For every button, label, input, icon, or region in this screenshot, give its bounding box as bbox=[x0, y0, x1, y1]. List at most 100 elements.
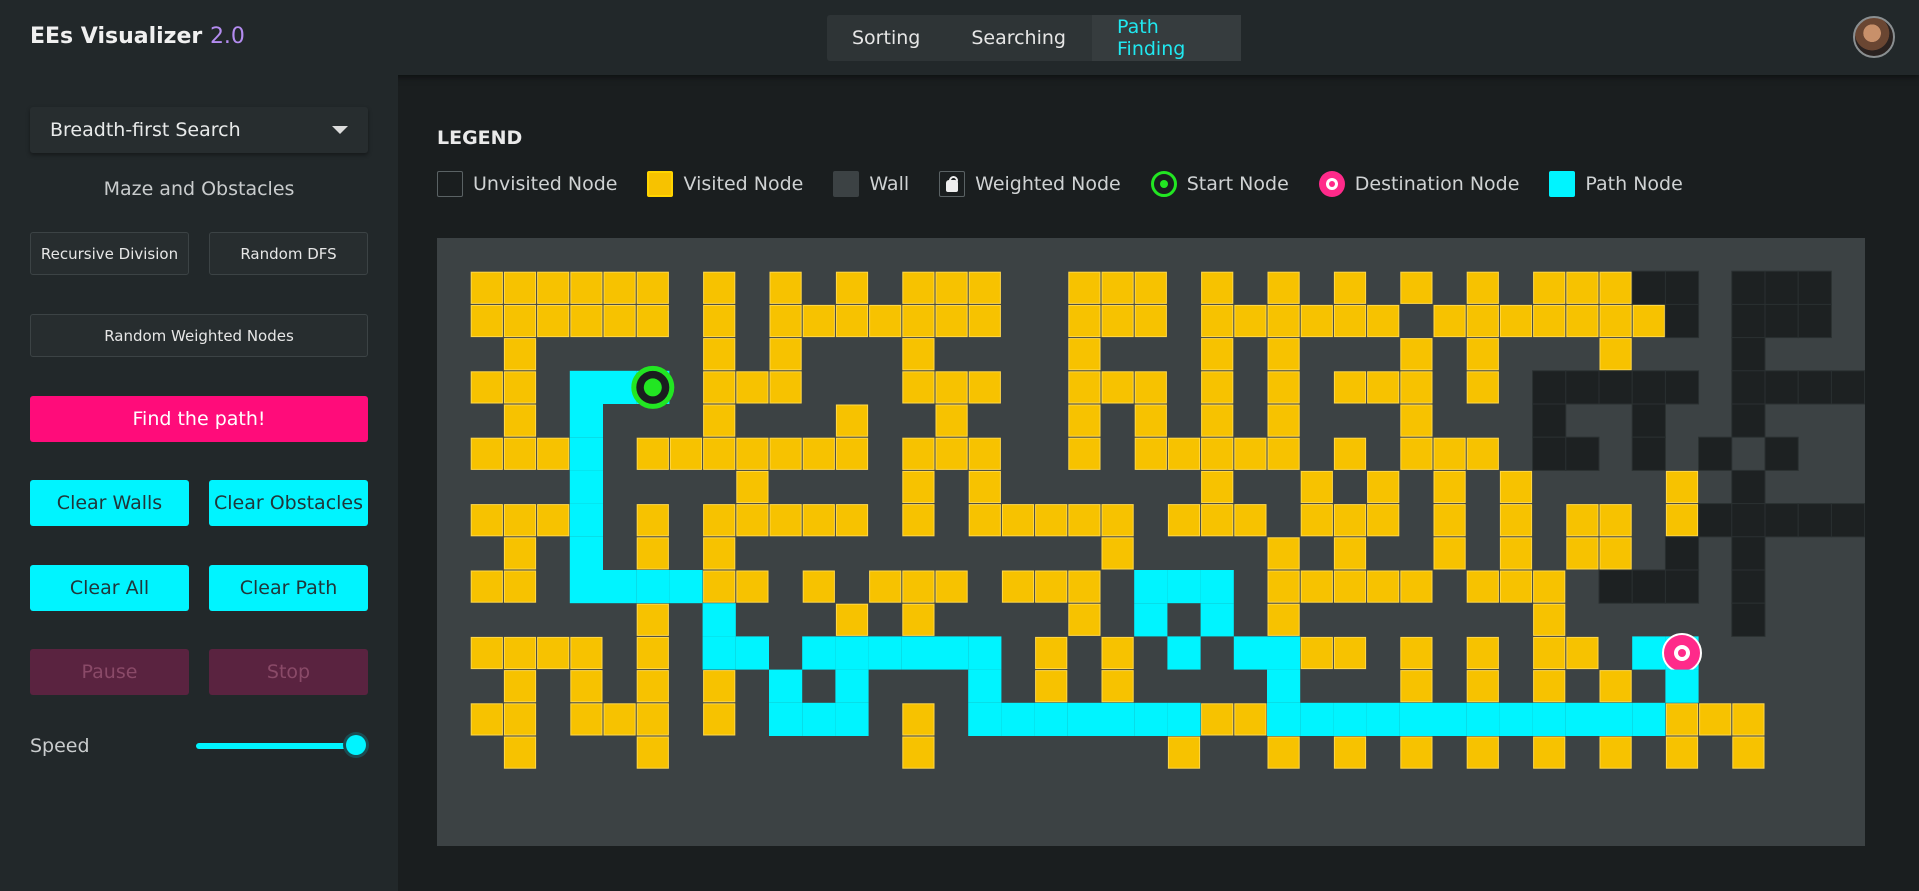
visited-cell[interactable] bbox=[1035, 670, 1068, 703]
visited-cell[interactable] bbox=[1599, 338, 1632, 371]
unvisited-cell[interactable] bbox=[1797, 370, 1832, 405]
path-cell[interactable] bbox=[1134, 702, 1168, 736]
visited-cell[interactable] bbox=[968, 304, 1001, 338]
path-cell[interactable] bbox=[1466, 702, 1500, 736]
visited-cell[interactable] bbox=[902, 338, 935, 371]
visited-cell[interactable] bbox=[736, 371, 769, 404]
path-cell[interactable] bbox=[1167, 570, 1201, 604]
path-cell[interactable] bbox=[802, 636, 836, 670]
pause-button[interactable]: Pause bbox=[30, 649, 189, 695]
visited-cell[interactable] bbox=[835, 504, 869, 537]
visited-cell[interactable] bbox=[736, 504, 769, 537]
path-cell[interactable] bbox=[1001, 702, 1035, 736]
unvisited-cell[interactable] bbox=[1598, 569, 1633, 604]
visited-cell[interactable] bbox=[1101, 537, 1134, 570]
path-cell[interactable] bbox=[901, 636, 935, 670]
visited-cell[interactable] bbox=[503, 504, 537, 537]
visited-cell[interactable] bbox=[1300, 470, 1333, 504]
visited-cell[interactable] bbox=[869, 304, 902, 338]
unvisited-cell[interactable] bbox=[1731, 469, 1766, 505]
path-cell[interactable] bbox=[1565, 702, 1599, 736]
visited-cell[interactable] bbox=[935, 371, 968, 404]
visited-cell[interactable] bbox=[1267, 304, 1300, 338]
visited-cell[interactable] bbox=[1068, 603, 1101, 636]
visited-cell[interactable] bbox=[902, 371, 935, 404]
visited-cell[interactable] bbox=[1068, 338, 1101, 371]
path-cell[interactable] bbox=[835, 669, 869, 703]
visited-cell[interactable] bbox=[1367, 504, 1400, 537]
visited-cell[interactable] bbox=[835, 404, 869, 437]
visited-cell[interactable] bbox=[1267, 371, 1300, 404]
path-cell[interactable] bbox=[1034, 702, 1068, 736]
visited-cell[interactable] bbox=[1201, 437, 1234, 470]
visited-cell[interactable] bbox=[503, 636, 537, 670]
visited-cell[interactable] bbox=[736, 437, 769, 470]
visited-cell[interactable] bbox=[1068, 271, 1101, 304]
path-cell[interactable] bbox=[1167, 636, 1201, 670]
visited-cell[interactable] bbox=[902, 437, 935, 470]
visited-cell[interactable] bbox=[703, 504, 736, 537]
random-weighted-nodes-button[interactable]: Random Weighted Nodes bbox=[30, 314, 368, 357]
path-cell[interactable] bbox=[569, 470, 603, 504]
visited-cell[interactable] bbox=[1566, 537, 1599, 570]
visited-cell[interactable] bbox=[1068, 371, 1101, 404]
unvisited-cell[interactable] bbox=[1797, 270, 1832, 305]
visited-cell[interactable] bbox=[603, 703, 636, 736]
visited-cell[interactable] bbox=[1665, 470, 1699, 504]
unvisited-cell[interactable] bbox=[1764, 370, 1799, 405]
path-cell[interactable] bbox=[1665, 669, 1699, 703]
path-cell[interactable] bbox=[1233, 636, 1267, 670]
visited-cell[interactable] bbox=[1001, 504, 1035, 537]
visited-cell[interactable] bbox=[1466, 570, 1499, 603]
visited-cell[interactable] bbox=[1499, 570, 1533, 603]
visited-cell[interactable] bbox=[902, 470, 935, 504]
visited-cell[interactable] bbox=[1035, 636, 1068, 670]
visited-cell[interactable] bbox=[1333, 371, 1367, 404]
unvisited-cell[interactable] bbox=[1731, 602, 1766, 637]
visited-cell[interactable] bbox=[1234, 504, 1267, 537]
visited-cell[interactable] bbox=[503, 338, 537, 371]
unvisited-cell[interactable] bbox=[1565, 370, 1600, 405]
visited-cell[interactable] bbox=[636, 703, 669, 736]
visited-cell[interactable] bbox=[1201, 703, 1234, 736]
unvisited-cell[interactable] bbox=[1764, 503, 1799, 538]
visited-cell[interactable] bbox=[1367, 570, 1400, 603]
visited-cell[interactable] bbox=[835, 603, 869, 636]
visited-cell[interactable] bbox=[636, 636, 669, 670]
path-cell[interactable] bbox=[636, 570, 670, 604]
visited-cell[interactable] bbox=[703, 703, 736, 736]
visited-cell[interactable] bbox=[1101, 636, 1134, 670]
path-cell[interactable] bbox=[1267, 669, 1301, 703]
visited-cell[interactable] bbox=[603, 271, 636, 304]
path-cell[interactable] bbox=[1433, 702, 1467, 736]
visited-cell[interactable] bbox=[802, 504, 835, 537]
visited-cell[interactable] bbox=[935, 570, 968, 603]
path-cell[interactable] bbox=[835, 636, 869, 670]
visited-cell[interactable] bbox=[1466, 304, 1499, 338]
visited-cell[interactable] bbox=[1400, 570, 1433, 603]
visited-cell[interactable] bbox=[503, 371, 537, 404]
visited-cell[interactable] bbox=[1134, 371, 1167, 404]
visited-cell[interactable] bbox=[1466, 338, 1499, 371]
visited-cell[interactable] bbox=[503, 670, 537, 703]
visited-cell[interactable] bbox=[1665, 736, 1699, 769]
visited-cell[interactable] bbox=[703, 304, 736, 338]
visited-cell[interactable] bbox=[703, 437, 736, 470]
stop-button[interactable]: Stop bbox=[209, 649, 368, 695]
path-cell[interactable] bbox=[1366, 702, 1400, 736]
clear-obstacles-button[interactable]: Clear Obstacles bbox=[209, 480, 368, 526]
path-cell[interactable] bbox=[569, 437, 603, 471]
unvisited-cell[interactable] bbox=[1731, 403, 1766, 438]
visited-cell[interactable] bbox=[1267, 404, 1300, 437]
visited-cell[interactable] bbox=[1400, 338, 1433, 371]
unvisited-cell[interactable] bbox=[1664, 370, 1700, 405]
unvisited-cell[interactable] bbox=[1731, 569, 1766, 604]
visited-cell[interactable] bbox=[968, 371, 1001, 404]
visited-cell[interactable] bbox=[769, 504, 802, 537]
unvisited-cell[interactable] bbox=[1631, 569, 1666, 604]
visited-cell[interactable] bbox=[1134, 304, 1167, 338]
path-cell[interactable] bbox=[769, 702, 803, 736]
visited-cell[interactable] bbox=[1533, 304, 1566, 338]
visited-cell[interactable] bbox=[1433, 470, 1466, 504]
visited-cell[interactable] bbox=[470, 304, 503, 338]
